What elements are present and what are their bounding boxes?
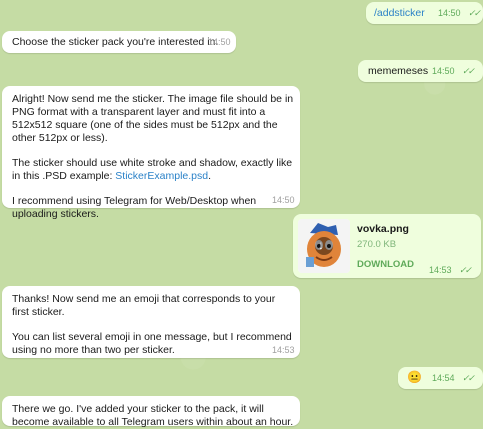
- message-choose-pack: Choose the sticker pack you're intereste…: [2, 31, 236, 53]
- sticker-example-link[interactable]: StickerExample.psd: [115, 170, 208, 182]
- message-time: 14:53: [429, 265, 452, 275]
- message-sticker-instructions: Alright! Now send me the sticker. The im…: [2, 86, 300, 220]
- double-check-icon: ✓✓: [462, 66, 475, 76]
- sticker-preview-image: [298, 219, 350, 273]
- message-paragraph: Alright! Now send me the sticker. The im…: [12, 93, 294, 144]
- message-text: Choose the sticker pack you're intereste…: [12, 36, 219, 48]
- message-text: .: [208, 170, 212, 182]
- message-paragraph: There we go. I've added your sticker to …: [12, 403, 294, 428]
- message-time: 14:53: [272, 345, 295, 355]
- message-time: 14:50: [208, 37, 231, 47]
- message-time: 14:54: [432, 373, 455, 383]
- message-emoji-request: Thanks! Now send me an emoji that corres…: [2, 286, 300, 358]
- message-paragraph: Thanks! Now send me an emoji that corres…: [12, 293, 276, 318]
- double-check-icon: ✓✓: [468, 8, 481, 18]
- double-check-icon: ✓✓: [459, 265, 472, 275]
- file-name: vovka.png: [357, 223, 409, 235]
- emoji-text: 😐: [407, 370, 422, 384]
- file-thumbnail[interactable]: ↓: [298, 219, 350, 273]
- file-size: 270.0 KB: [357, 239, 397, 250]
- message-time: 14:50: [432, 66, 455, 76]
- message-text: /addsticker: [374, 7, 425, 19]
- message-paragraph: I recommend using Telegram for Web/Deskt…: [12, 195, 257, 220]
- message-text: mememeses: [368, 65, 429, 77]
- message-time: 14:50: [272, 195, 295, 205]
- message-paragraph: The sticker should use white stroke and …: [12, 157, 294, 183]
- message-sticker-added: There we go. I've added your sticker to …: [2, 396, 300, 428]
- message-file: ↓ vovka.png 270.0 KB DOWNLOAD 14:53 ✓✓: [293, 214, 481, 278]
- double-check-icon: ✓✓: [462, 373, 475, 383]
- message-pack-name: mememeses 14:50 ✓✓: [358, 60, 483, 82]
- download-arrow-icon[interactable]: ↓: [318, 238, 324, 252]
- download-button[interactable]: DOWNLOAD: [357, 259, 414, 270]
- message-emoji: 😐 14:54 ✓✓: [398, 367, 483, 389]
- message-addsticker: /addsticker 14:50 ✓✓: [366, 2, 483, 24]
- message-time: 14:50: [438, 8, 461, 18]
- message-paragraph: You can list several emoji in one messag…: [12, 331, 292, 356]
